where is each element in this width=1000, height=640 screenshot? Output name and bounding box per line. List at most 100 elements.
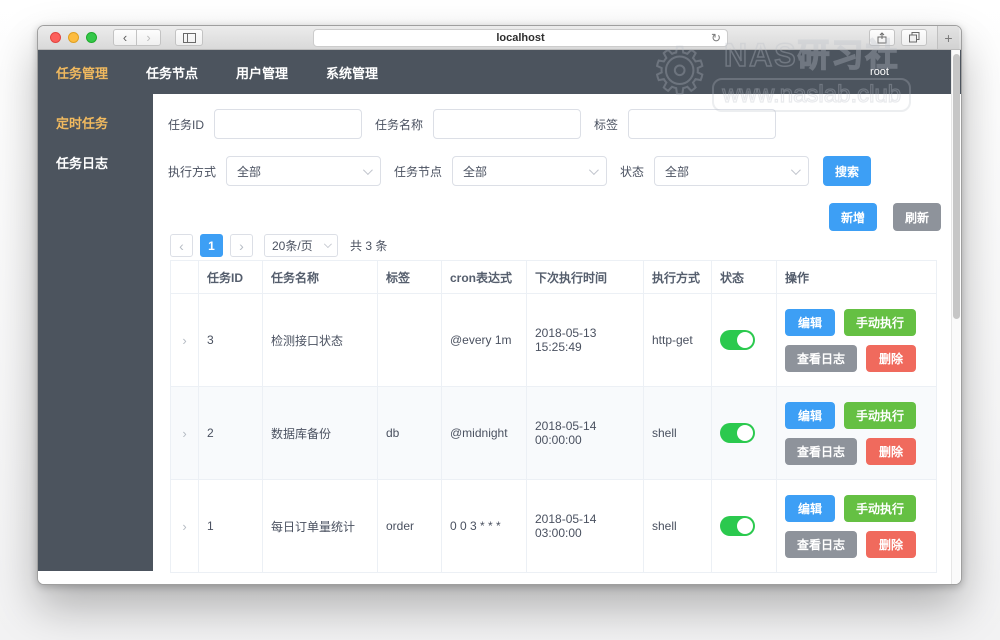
prev-page-button[interactable]: ‹	[170, 234, 193, 257]
status-toggle[interactable]	[720, 423, 755, 443]
close-window-button[interactable]	[50, 32, 61, 43]
col-status: 状态	[712, 261, 777, 294]
task-node-label: 任务节点	[394, 163, 442, 180]
table-row: › 2 数据库备份 db @midnight 2018-05-14 00:00:…	[171, 387, 937, 480]
chevron-down-icon	[589, 165, 599, 175]
task-id-input[interactable]	[214, 109, 362, 139]
col-task-id: 任务ID	[199, 261, 263, 294]
browser-sidebar-button[interactable]	[175, 29, 203, 46]
col-cron: cron表达式	[442, 261, 527, 294]
status-select[interactable]: 全部	[654, 156, 809, 186]
exec-type-select[interactable]: 全部	[226, 156, 381, 186]
col-exec-type: 执行方式	[644, 261, 712, 294]
edit-button[interactable]: 编辑	[785, 309, 835, 336]
cell-exec-type: shell	[644, 387, 712, 480]
cell-cron: @every 1m	[442, 294, 527, 387]
sidebar-item-scheduled-tasks[interactable]: 定时任务	[38, 104, 153, 144]
tabs-icon	[909, 32, 920, 43]
content-area: 任务ID 任务名称 标签 执行方式 全部 任务节点 全部 状态	[153, 94, 961, 585]
nav-item-task-nodes[interactable]: 任务节点	[146, 63, 198, 82]
share-icon	[877, 32, 887, 44]
search-button[interactable]: 搜索	[823, 156, 871, 186]
status-toggle[interactable]	[720, 516, 755, 536]
browser-forward-button[interactable]: ›	[137, 29, 161, 46]
tag-input[interactable]	[628, 109, 776, 139]
next-page-button[interactable]: ›	[230, 234, 253, 257]
row-expand-button[interactable]: ›	[171, 480, 199, 573]
new-tab-button[interactable]: +	[937, 26, 959, 49]
chevron-down-icon	[363, 165, 373, 175]
pagination: ‹ 1 › 20条/页 共 3 条	[170, 234, 943, 257]
view-logs-button[interactable]: 查看日志	[785, 438, 857, 465]
row-expand-button[interactable]: ›	[171, 387, 199, 480]
run-manually-button[interactable]: 手动执行	[844, 309, 916, 336]
col-task-name: 任务名称	[263, 261, 378, 294]
minimize-window-button[interactable]	[68, 32, 79, 43]
url-text: localhost	[496, 32, 544, 44]
table-header-row: 任务ID 任务名称 标签 cron表达式 下次执行时间 执行方式 状态 操作	[171, 261, 937, 294]
chevron-down-icon	[791, 165, 801, 175]
exec-type-label: 执行方式	[168, 163, 216, 180]
run-manually-button[interactable]: 手动执行	[844, 402, 916, 429]
cell-task-id: 1	[199, 480, 263, 573]
add-button[interactable]: 新增	[829, 203, 877, 231]
browser-window: ‹ › localhost ↻	[37, 25, 962, 585]
browser-titlebar: ‹ › localhost ↻	[38, 26, 961, 50]
sidebar-icon	[183, 33, 196, 43]
delete-button[interactable]: 删除	[866, 531, 916, 558]
cell-next-time: 2018-05-13 15:25:49	[527, 294, 644, 387]
edit-button[interactable]: 编辑	[785, 402, 835, 429]
cell-cron: @midnight	[442, 387, 527, 480]
table-row: › 3 检测接口状态 @every 1m 2018-05-13 15:25:49…	[171, 294, 937, 387]
nav-item-system-management[interactable]: 系统管理	[326, 63, 378, 82]
reload-icon[interactable]: ↻	[711, 31, 721, 45]
edit-button[interactable]: 编辑	[785, 495, 835, 522]
traffic-lights	[50, 32, 97, 43]
task-id-label: 任务ID	[168, 116, 204, 133]
page-size-select[interactable]: 20条/页	[264, 234, 338, 257]
page-1-button[interactable]: 1	[200, 234, 223, 257]
sidebar-item-task-logs[interactable]: 任务日志	[38, 144, 153, 184]
toggle-knob	[737, 518, 753, 534]
task-node-select[interactable]: 全部	[452, 156, 607, 186]
sidebar: 定时任务 任务日志	[38, 94, 153, 571]
cell-cron: 0 0 3 * * *	[442, 480, 527, 573]
zoom-window-button[interactable]	[86, 32, 97, 43]
page-scrollbar[interactable]	[951, 50, 960, 585]
page-size-value: 20条/页	[272, 237, 313, 254]
cell-exec-type: http-get	[644, 294, 712, 387]
exec-type-value: 全部	[237, 163, 261, 180]
tasks-table: 任务ID 任务名称 标签 cron表达式 下次执行时间 执行方式 状态 操作 ›…	[170, 260, 937, 573]
status-label: 状态	[620, 163, 644, 180]
cell-tag	[378, 294, 442, 387]
current-user-label[interactable]: root	[870, 66, 889, 78]
status-value: 全部	[665, 163, 689, 180]
refresh-button[interactable]: 刷新	[893, 203, 941, 231]
col-actions: 操作	[777, 261, 937, 294]
tag-label: 标签	[594, 116, 618, 133]
browser-back-button[interactable]: ‹	[113, 29, 137, 46]
scrollbar-thumb[interactable]	[953, 54, 960, 319]
address-bar[interactable]: localhost ↻	[313, 29, 728, 47]
nav-item-user-management[interactable]: 用户管理	[236, 63, 288, 82]
task-node-value: 全部	[463, 163, 487, 180]
delete-button[interactable]: 删除	[866, 438, 916, 465]
total-count-label: 共 3 条	[350, 237, 387, 254]
run-manually-button[interactable]: 手动执行	[844, 495, 916, 522]
view-logs-button[interactable]: 查看日志	[785, 345, 857, 372]
status-toggle[interactable]	[720, 330, 755, 350]
expand-column-header	[171, 261, 199, 294]
cell-task-name: 检测接口状态	[263, 294, 378, 387]
view-logs-button[interactable]: 查看日志	[785, 531, 857, 558]
delete-button[interactable]: 删除	[866, 345, 916, 372]
task-name-label: 任务名称	[375, 116, 423, 133]
cell-task-name: 数据库备份	[263, 387, 378, 480]
cell-task-name: 每日订单量统计	[263, 480, 378, 573]
share-button[interactable]	[869, 29, 895, 46]
nav-item-task-management[interactable]: 任务管理	[56, 63, 108, 82]
cell-next-time: 2018-05-14 03:00:00	[527, 480, 644, 573]
row-expand-button[interactable]: ›	[171, 294, 199, 387]
tab-overview-button[interactable]	[901, 29, 927, 46]
task-name-input[interactable]	[433, 109, 581, 139]
app-navbar: 任务管理 任务节点 用户管理 系统管理 root	[38, 50, 961, 94]
